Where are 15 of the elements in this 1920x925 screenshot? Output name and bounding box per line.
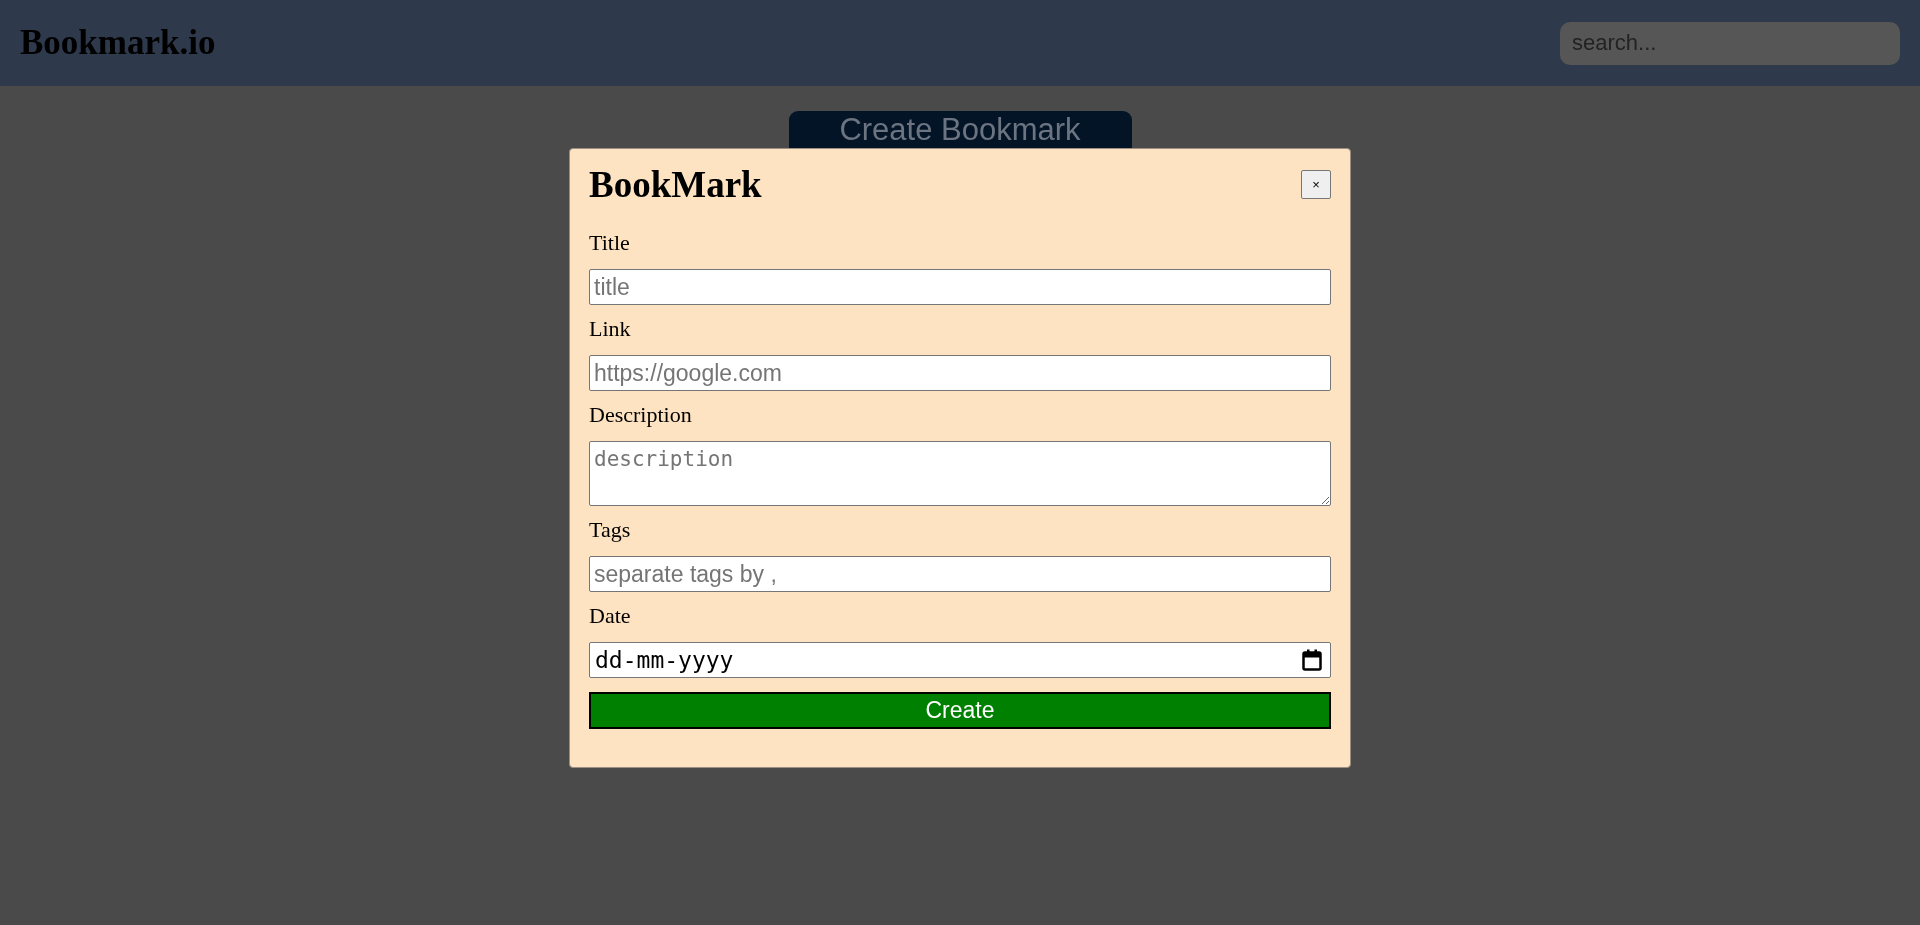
input-field[interactable]: https://google.com [589,355,1331,391]
create-button[interactable]: Create [589,692,1331,729]
field-label: Title [589,229,631,257]
field-label: Description [589,401,693,429]
description-field[interactable]: description [589,441,1331,506]
field-label: Date [589,602,632,630]
brand-title: Bookmark.io [20,21,216,64]
input-field[interactable]: separate tags by , [589,556,1331,592]
field-label: Tags [589,516,632,544]
calendar-icon[interactable] [1302,649,1322,671]
input-field[interactable]: title [589,269,1331,305]
close-button[interactable]: × [1301,169,1331,199]
date-field[interactable]: dd-mm-yyyy [589,642,1331,678]
modal-title: BookMark [589,163,762,207]
field-label: Link [589,315,632,343]
